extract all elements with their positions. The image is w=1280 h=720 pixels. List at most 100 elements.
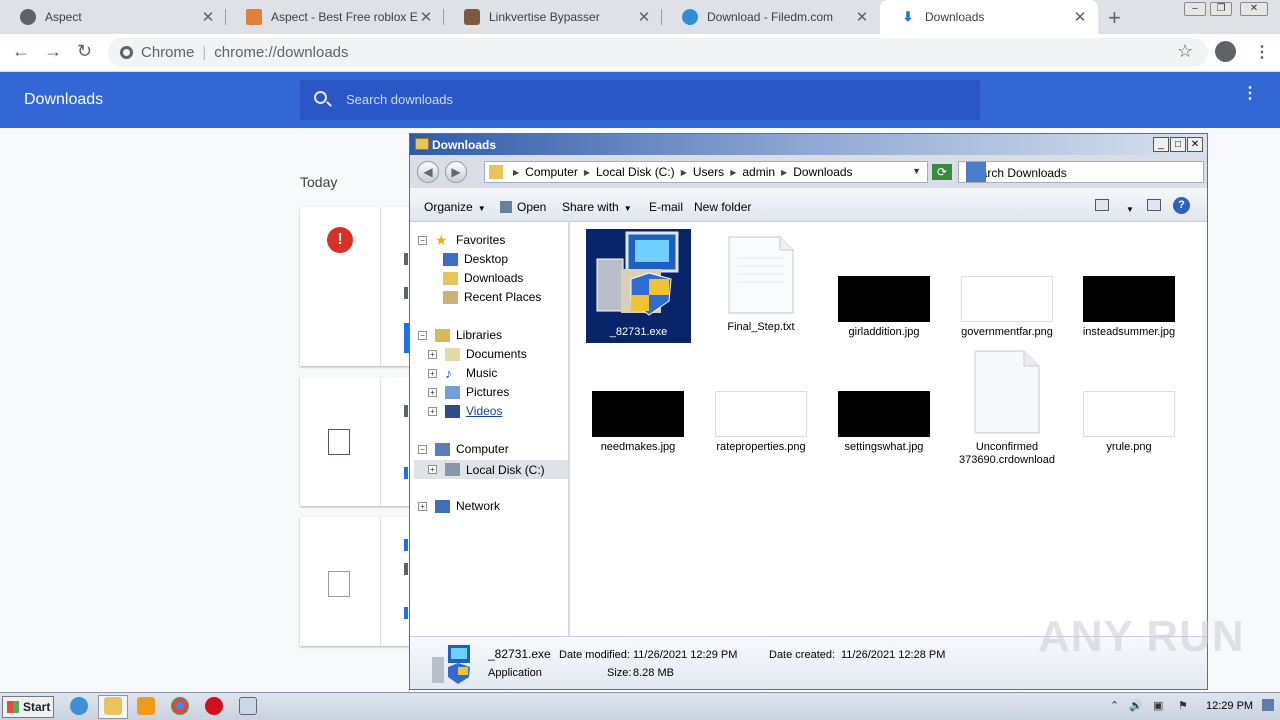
expand-icon[interactable]: + xyxy=(428,465,437,474)
organize-label: Organize xyxy=(424,200,473,214)
collapse-icon[interactable]: − xyxy=(418,444,427,454)
forward-button[interactable]: → xyxy=(44,41,62,62)
email-button[interactable]: E-mail xyxy=(649,200,683,214)
breadcrumb-item[interactable]: Local Disk (C:) xyxy=(596,165,675,179)
nav-documents[interactable]: + Documents xyxy=(428,347,527,361)
chevron-down-icon[interactable]: ▼ xyxy=(912,166,921,176)
image-thumbnail xyxy=(1083,276,1175,322)
maximize-button[interactable]: □ xyxy=(1170,137,1186,152)
close-tab-icon[interactable]: ✕ xyxy=(854,8,870,26)
minimize-button[interactable]: _ xyxy=(1153,137,1169,152)
nav-videos[interactable]: + Videos xyxy=(428,404,502,418)
tab-filedm[interactable]: Download - Filedm.com ✕ xyxy=(662,0,880,34)
notepad-icon[interactable] xyxy=(239,697,257,715)
nav-computer[interactable]: − Computer xyxy=(418,442,509,456)
breadcrumb-item[interactable]: Downloads xyxy=(793,165,852,179)
file-item[interactable]: yrule.png xyxy=(1075,391,1183,454)
file-list: _82731.exe Final_Step.txt girladdition.j… xyxy=(572,222,1207,636)
help-icon[interactable]: ? xyxy=(1173,197,1190,214)
expand-icon[interactable]: + xyxy=(428,387,437,397)
nav-libraries[interactable]: − Libraries xyxy=(418,328,502,342)
profile-avatar[interactable] xyxy=(1215,41,1236,62)
clock[interactable]: 12:29 PM xyxy=(1206,700,1253,712)
file-item[interactable]: insteadsummer.jpg xyxy=(1075,276,1183,339)
network-tray-icon[interactable]: ▣ xyxy=(1153,699,1163,712)
file-link[interactable] xyxy=(404,539,408,551)
close-button[interactable]: ✕ xyxy=(1187,137,1203,152)
nav-downloads[interactable]: Downloads xyxy=(443,271,523,285)
chrome-icon[interactable] xyxy=(171,697,189,715)
refresh-icon[interactable]: ⟳ xyxy=(932,164,952,180)
nav-pictures[interactable]: + Pictures xyxy=(428,385,509,399)
forward-button[interactable]: ▶ xyxy=(445,161,467,183)
organize-button[interactable]: Organize ▼ xyxy=(424,200,486,214)
search-downloads-field[interactable]: Search downloads xyxy=(300,80,980,120)
chrome-menu-icon[interactable]: ⋮ xyxy=(1254,42,1270,62)
tab-aspect[interactable]: Aspect ✕ xyxy=(0,0,226,34)
expand-icon[interactable]: + xyxy=(428,349,437,359)
view-options-button[interactable]: ▼ xyxy=(1121,201,1134,215)
collapse-icon[interactable]: − xyxy=(418,330,427,340)
nav-favorites[interactable]: − ★ Favorites xyxy=(418,233,505,247)
show-in-folder-link[interactable] xyxy=(404,607,408,619)
nav-network[interactable]: + Network xyxy=(418,499,500,513)
file-item[interactable]: settingswhat.jpg xyxy=(830,391,938,454)
change-view-icon[interactable] xyxy=(1095,199,1109,211)
show-desktop-button[interactable] xyxy=(1262,699,1274,711)
breadcrumb-item[interactable]: Users xyxy=(693,165,724,179)
antivirus-icon[interactable] xyxy=(205,697,223,715)
tab-aspect-best[interactable]: Aspect - Best Free roblox Exploit ✕ xyxy=(226,0,444,34)
omnibox-url: chrome://downloads xyxy=(214,44,349,61)
preview-pane-icon[interactable] xyxy=(1147,199,1161,211)
tab-linkvertise[interactable]: Linkvertise Bypasser ✕ xyxy=(444,0,662,34)
maximize-button[interactable]: ❐ xyxy=(1210,2,1232,16)
action-center-flag-icon[interactable]: ⚑ xyxy=(1178,699,1188,712)
new-folder-button[interactable]: New folder xyxy=(694,200,751,214)
nav-music[interactable]: + ♪ Music xyxy=(428,366,497,380)
show-hidden-icons-icon[interactable]: ⌃ xyxy=(1110,699,1119,712)
breadcrumb-item[interactable]: admin xyxy=(742,165,775,179)
nav-recent-places[interactable]: Recent Places xyxy=(443,290,541,304)
collapse-icon[interactable]: − xyxy=(418,235,427,245)
address-bar[interactable]: Chrome | chrome://downloads xyxy=(108,38,1208,67)
show-in-folder-link[interactable] xyxy=(404,467,408,479)
expand-icon[interactable]: + xyxy=(428,368,437,378)
nav-desktop[interactable]: Desktop xyxy=(443,252,508,266)
taskbar: Start ⌃ 🔊 ▣ ⚑ 12:29 PM xyxy=(0,692,1280,720)
close-tab-icon[interactable]: ✕ xyxy=(636,8,652,26)
new-tab-button[interactable]: + xyxy=(1108,5,1121,31)
bookmark-star-icon[interactable]: ☆ xyxy=(1177,41,1193,62)
close-window-button[interactable]: ✕ xyxy=(1240,2,1268,16)
file-item[interactable]: _82731.exe xyxy=(586,229,691,343)
breadcrumb[interactable]: ▶ Computer ▶ Local Disk (C:) ▶ Users ▶ a… xyxy=(484,161,928,183)
back-button[interactable]: ◀ xyxy=(417,161,439,183)
media-player-icon[interactable] xyxy=(137,697,155,715)
close-tab-icon[interactable]: ✕ xyxy=(200,8,216,26)
file-item[interactable]: governmentfar.png xyxy=(953,276,1061,339)
start-button[interactable]: Start xyxy=(2,696,54,718)
explorer-titlebar[interactable]: Downloads _ □ ✕ xyxy=(410,134,1207,155)
tab-downloads[interactable]: ⬇ Downloads ✕ xyxy=(880,0,1098,34)
ie-icon[interactable] xyxy=(70,697,88,715)
close-tab-icon[interactable]: ✕ xyxy=(418,8,434,26)
file-item[interactable]: needmakes.jpg xyxy=(584,391,692,454)
file-item[interactable]: Unconfirmed 373690.crdownload xyxy=(953,350,1061,467)
back-button[interactable]: ← xyxy=(12,41,30,62)
start-label: Start xyxy=(23,700,51,714)
file-item[interactable]: rateproperties.png xyxy=(707,391,815,454)
close-tab-icon[interactable]: ✕ xyxy=(1072,8,1088,26)
minimize-button[interactable]: – xyxy=(1184,2,1206,16)
expand-icon[interactable]: + xyxy=(418,501,427,511)
file-item[interactable]: Final_Step.txt xyxy=(707,236,815,334)
file-item[interactable]: girladdition.jpg xyxy=(830,276,938,339)
search-downloads-input[interactable]: Search Downloads xyxy=(958,161,1204,183)
expand-icon[interactable]: + xyxy=(428,406,437,416)
share-with-button[interactable]: Share with ▼ xyxy=(562,200,632,214)
more-actions-icon[interactable]: ⋮ xyxy=(1242,86,1258,102)
volume-icon[interactable]: 🔊 xyxy=(1129,699,1143,712)
nav-local-disk[interactable]: + Local Disk (C:) xyxy=(414,460,568,479)
breadcrumb-item[interactable]: Computer xyxy=(525,165,578,179)
search-icon[interactable] xyxy=(966,162,986,182)
reload-button[interactable]: ↻ xyxy=(77,41,92,62)
open-button[interactable]: Open xyxy=(500,200,546,214)
